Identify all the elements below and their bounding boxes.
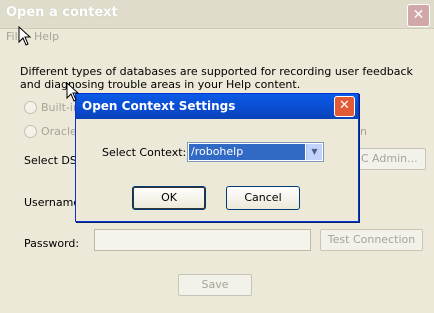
info-text: Different types of databases are support… [20,65,413,91]
menubar: File Help [0,28,434,46]
ok-button[interactable]: OK [132,186,206,210]
chevron-down-icon[interactable]: ▼ [306,144,322,160]
dialog-title: Open Context Settings [82,99,236,113]
radio-oracle[interactable] [24,125,37,138]
save-button[interactable]: Save [178,274,252,296]
select-context-label: Select Context: [102,146,187,159]
mouse-cursor-icon-2 [66,82,80,102]
cancel-button[interactable]: Cancel [226,186,300,210]
menu-help[interactable]: Help [34,30,59,43]
test-connection-button[interactable]: Test Connection [320,229,423,251]
open-context-settings-dialog: Open Context Settings ✕ Select Context: … [75,93,359,222]
window-close-button[interactable]: ✕ [407,4,430,27]
dialog-close-button[interactable]: ✕ [334,96,355,117]
password-label: Password: [24,237,80,250]
window-titlebar: Open a context ✕ [0,0,434,29]
radio-builtin[interactable] [24,101,37,114]
radio-oracle-label: Oracle [41,125,77,138]
window-title: Open a context [6,5,118,20]
mouse-cursor-icon [18,26,32,46]
radio-odbc-label-fragment: n [360,125,367,138]
context-select[interactable]: /robohelp ▼ [187,142,324,162]
context-select-value: /robohelp [189,144,305,160]
dialog-titlebar: Open Context Settings ✕ [76,94,358,119]
password-field[interactable] [94,229,311,251]
